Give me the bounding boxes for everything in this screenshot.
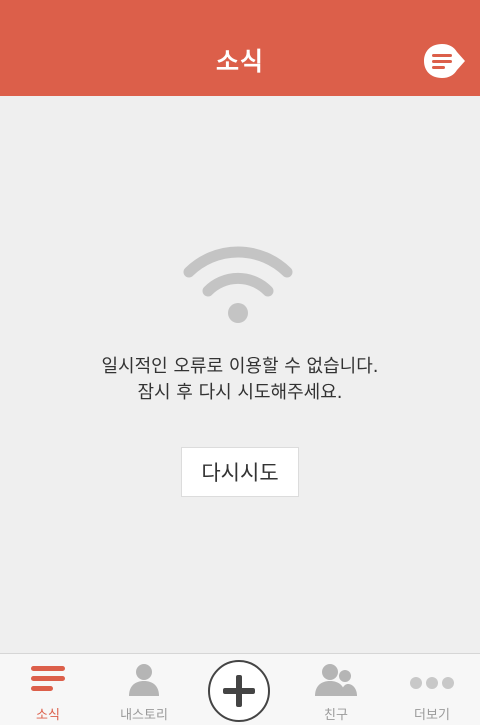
- tab-label: 친구: [324, 708, 348, 723]
- tab-friends[interactable]: 친구: [288, 654, 384, 725]
- compose-button[interactable]: [422, 42, 466, 80]
- tab-more[interactable]: 더보기: [384, 654, 480, 725]
- tab-label: 소식: [36, 708, 60, 723]
- retry-button[interactable]: 다시시도: [181, 447, 299, 497]
- wifi-icon: [183, 246, 293, 323]
- tab-news[interactable]: 소식: [0, 654, 96, 725]
- app-header: 소식: [0, 0, 480, 96]
- friends-icon: [315, 664, 357, 696]
- error-message: 일시적인 오류로 이용할 수 없습니다.: [101, 356, 379, 377]
- error-submessage: 잠시 후 다시 시도해주세요.: [137, 382, 343, 403]
- more-dots-icon: [410, 677, 454, 689]
- bottom-tab-bar: 소식 내스토리 친구 더보기: [0, 653, 480, 725]
- plus-icon: [223, 675, 255, 707]
- news-list-icon: [31, 666, 65, 691]
- person-icon: [129, 664, 159, 696]
- tab-label: 내스토리: [120, 708, 168, 723]
- tab-label: 더보기: [414, 708, 450, 723]
- page-title: 소식: [215, 47, 264, 76]
- add-post-button[interactable]: [208, 660, 270, 722]
- compose-bubble-icon: [424, 44, 465, 78]
- content-area: 일시적인 오류로 이용할 수 없습니다. 잠시 후 다시 시도해주세요. 다시시…: [0, 96, 480, 653]
- tab-my-story[interactable]: 내스토리: [96, 654, 192, 725]
